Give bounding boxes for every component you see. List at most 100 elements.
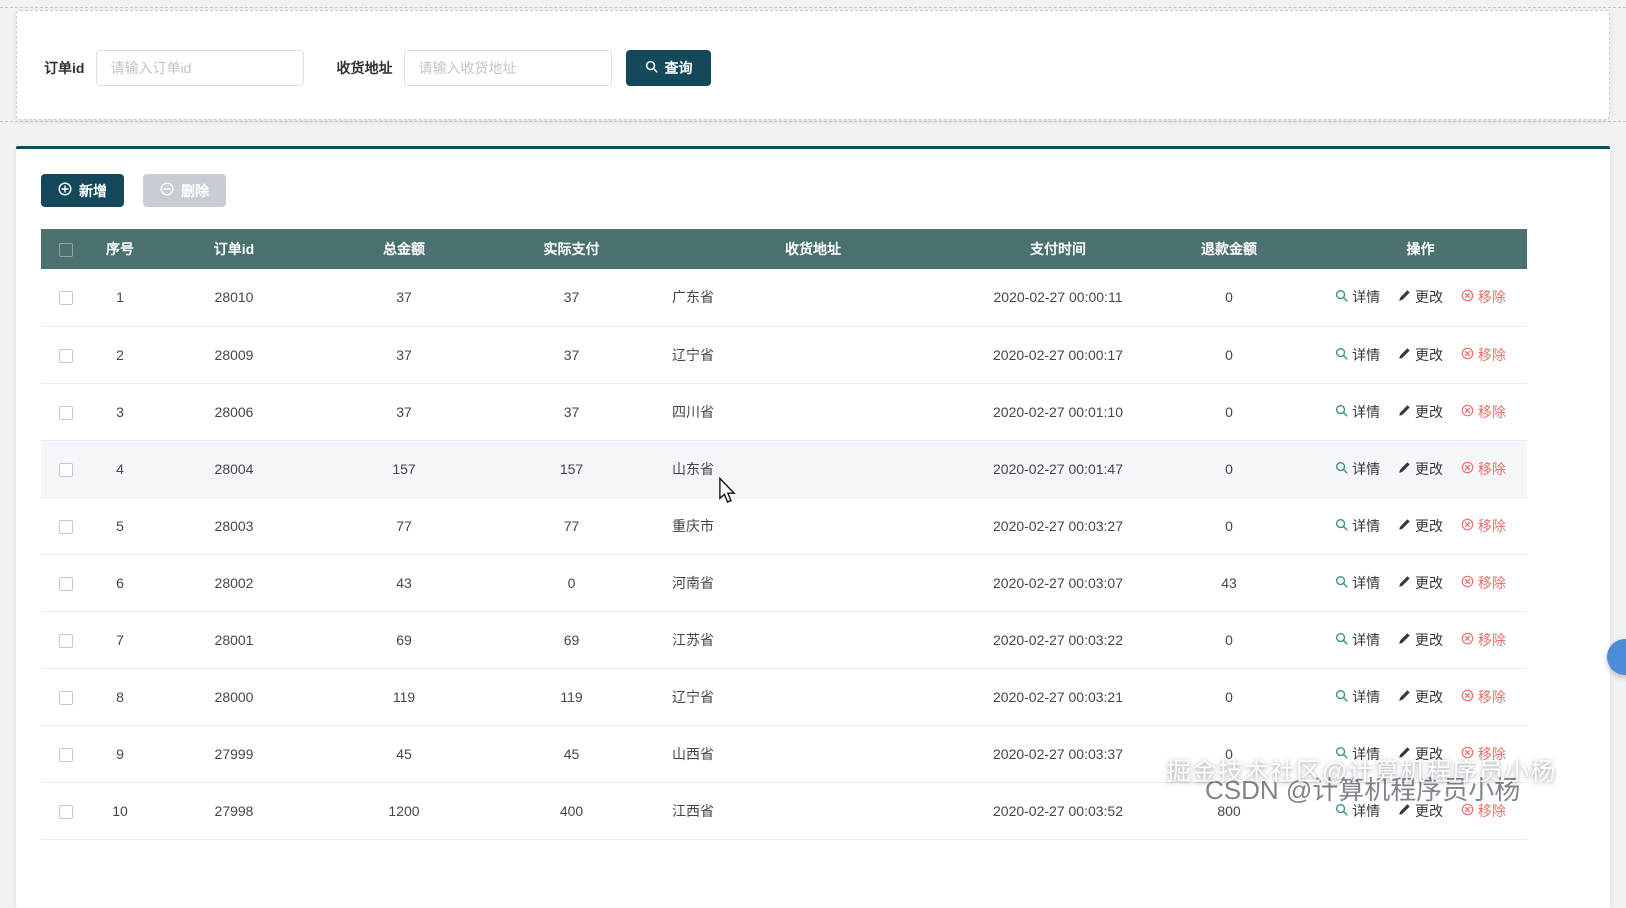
edit-link[interactable]: 更改 — [1398, 345, 1443, 365]
pencil-icon — [1398, 461, 1411, 477]
cell-pay-time: 2020-02-27 00:03:37 — [972, 725, 1144, 783]
column-header-pay-time: 支付时间 — [972, 229, 1144, 269]
edit-link[interactable]: 更改 — [1398, 573, 1443, 593]
circle-x-icon — [1461, 461, 1474, 477]
cell-address: 重庆市 — [654, 497, 972, 555]
cell-refund: 0 — [1144, 611, 1314, 669]
delete-button[interactable]: 删除 — [143, 174, 226, 207]
cell-pay-time: 2020-02-27 00:03:27 — [972, 497, 1144, 555]
column-header-address: 收货地址 — [654, 229, 972, 269]
query-button[interactable]: 查询 — [626, 50, 712, 86]
remove-link[interactable]: 移除 — [1461, 345, 1506, 365]
cell-pay-time: 2020-02-27 00:03:07 — [972, 554, 1144, 612]
edit-link[interactable]: 更改 — [1398, 287, 1443, 307]
detail-link[interactable]: 详情 — [1335, 573, 1380, 593]
cell-paid: 0 — [489, 554, 654, 612]
pencil-icon — [1398, 404, 1411, 420]
cell-address: 辽宁省 — [654, 668, 972, 726]
detail-link[interactable]: 详情 — [1335, 516, 1380, 536]
cell-refund: 43 — [1144, 554, 1314, 612]
cell-index: 5 — [91, 497, 149, 555]
row-checkbox[interactable] — [59, 804, 73, 819]
dashed-guide-line-mid — [0, 121, 1626, 122]
cell-address: 山西省 — [654, 725, 972, 783]
select-all-checkbox[interactable] — [59, 243, 73, 258]
remove-link[interactable]: 移除 — [1461, 630, 1506, 650]
row-checkbox[interactable] — [59, 462, 73, 477]
magnifier-icon — [1335, 689, 1348, 705]
cell-address: 辽宁省 — [654, 326, 972, 384]
magnifier-icon — [1335, 347, 1348, 363]
pencil-icon — [1398, 518, 1411, 534]
order-id-input[interactable] — [96, 50, 305, 86]
query-button-label: 查询 — [664, 60, 693, 76]
row-checkbox[interactable] — [59, 519, 73, 534]
remove-link[interactable]: 移除 — [1461, 459, 1506, 479]
cell-total: 69 — [319, 611, 489, 669]
cell-pay-time: 2020-02-27 00:00:11 — [972, 269, 1144, 327]
cell-pay-time: 2020-02-27 00:01:47 — [972, 440, 1144, 498]
add-button[interactable]: 新增 — [41, 174, 124, 207]
detail-link-label: 详情 — [1352, 403, 1381, 420]
cell-pay-time: 2020-02-27 00:00:17 — [972, 326, 1144, 384]
magnifier-icon — [1335, 632, 1348, 648]
cell-index: 10 — [91, 782, 149, 840]
dashed-guide-line-top — [0, 7, 1626, 8]
remove-link[interactable]: 移除 — [1461, 287, 1506, 307]
toolbar: 新增 删除 — [41, 174, 226, 207]
detail-link[interactable]: 详情 — [1335, 287, 1380, 307]
add-button-label: 新增 — [79, 182, 107, 199]
row-checkbox[interactable] — [59, 291, 73, 306]
cell-refund: 0 — [1144, 668, 1314, 726]
remove-link[interactable]: 移除 — [1461, 687, 1506, 707]
remove-link[interactable]: 移除 — [1461, 402, 1506, 422]
detail-link[interactable]: 详情 — [1335, 687, 1380, 707]
circle-x-icon — [1461, 632, 1474, 648]
column-header-actions: 操作 — [1314, 229, 1527, 269]
edit-link[interactable]: 更改 — [1398, 516, 1443, 536]
detail-link[interactable]: 详情 — [1335, 459, 1380, 479]
remove-link-label: 移除 — [1477, 688, 1506, 705]
cell-refund: 0 — [1144, 326, 1314, 384]
edit-link-label: 更改 — [1415, 574, 1443, 591]
cell-order-id: 27998 — [149, 782, 319, 840]
edit-link[interactable]: 更改 — [1398, 687, 1443, 707]
table-row: 5 28003 77 77 重庆市 2020-02-27 00:03:27 0 … — [41, 497, 1527, 555]
cell-paid: 69 — [489, 611, 654, 669]
row-checkbox[interactable] — [59, 348, 73, 363]
cell-paid: 157 — [489, 440, 654, 498]
pencil-icon — [1398, 689, 1411, 705]
remove-link[interactable]: 移除 — [1461, 573, 1506, 593]
table-row: 1 28010 37 37 广东省 2020-02-27 00:00:11 0 … — [41, 269, 1527, 327]
circle-x-icon — [1461, 575, 1474, 591]
address-input[interactable] — [404, 50, 613, 86]
table-row: 8 28000 119 119 辽宁省 2020-02-27 00:03:21 … — [41, 668, 1527, 726]
cell-address: 四川省 — [654, 383, 972, 441]
detail-link-label: 详情 — [1352, 574, 1381, 591]
remove-link[interactable]: 移除 — [1461, 516, 1506, 536]
detail-link[interactable]: 详情 — [1335, 402, 1380, 422]
row-checkbox[interactable] — [59, 405, 73, 420]
cell-address: 江西省 — [654, 782, 972, 840]
row-checkbox[interactable] — [59, 633, 73, 648]
detail-link[interactable]: 详情 — [1335, 345, 1380, 365]
edit-link[interactable]: 更改 — [1398, 402, 1443, 422]
row-checkbox[interactable] — [59, 747, 73, 762]
detail-link-label: 详情 — [1352, 460, 1381, 477]
cell-total: 157 — [319, 440, 489, 498]
edit-link[interactable]: 更改 — [1398, 630, 1443, 650]
edit-link[interactable]: 更改 — [1398, 459, 1443, 479]
cell-paid: 37 — [489, 326, 654, 384]
row-checkbox[interactable] — [59, 576, 73, 591]
cell-address: 河南省 — [654, 554, 972, 612]
row-checkbox[interactable] — [59, 690, 73, 705]
pencil-icon — [1398, 632, 1411, 648]
detail-link-label: 详情 — [1352, 289, 1381, 306]
search-card: 订单id 收货地址 查询 — [16, 10, 1610, 120]
remove-link-label: 移除 — [1477, 517, 1506, 534]
cell-total: 37 — [319, 326, 489, 384]
detail-link[interactable]: 详情 — [1335, 630, 1380, 650]
cell-total: 37 — [319, 269, 489, 327]
remove-link-label: 移除 — [1477, 574, 1506, 591]
cell-index: 9 — [91, 725, 149, 783]
